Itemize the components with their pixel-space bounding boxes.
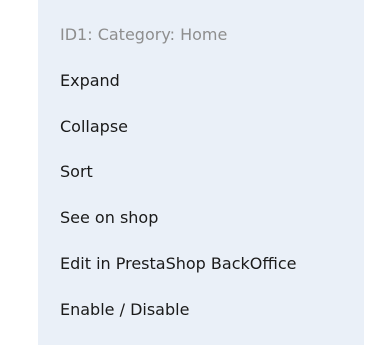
menu-header-category: ID1: Category: Home (60, 25, 228, 44)
menu-item-see-on-shop[interactable]: See on shop (38, 207, 364, 229)
menu-item-sort[interactable]: Sort (38, 161, 364, 183)
menu-item-edit-in-backoffice[interactable]: Edit in PrestaShop BackOffice (38, 253, 364, 275)
menu-item-collapse[interactable]: Collapse (38, 116, 364, 138)
menu-item-enable-disable[interactable]: Enable / Disable (38, 299, 364, 321)
context-menu: ID1: Category: Home Expand Collapse Sort… (38, 0, 364, 345)
menu-item-expand[interactable]: Expand (38, 70, 364, 92)
